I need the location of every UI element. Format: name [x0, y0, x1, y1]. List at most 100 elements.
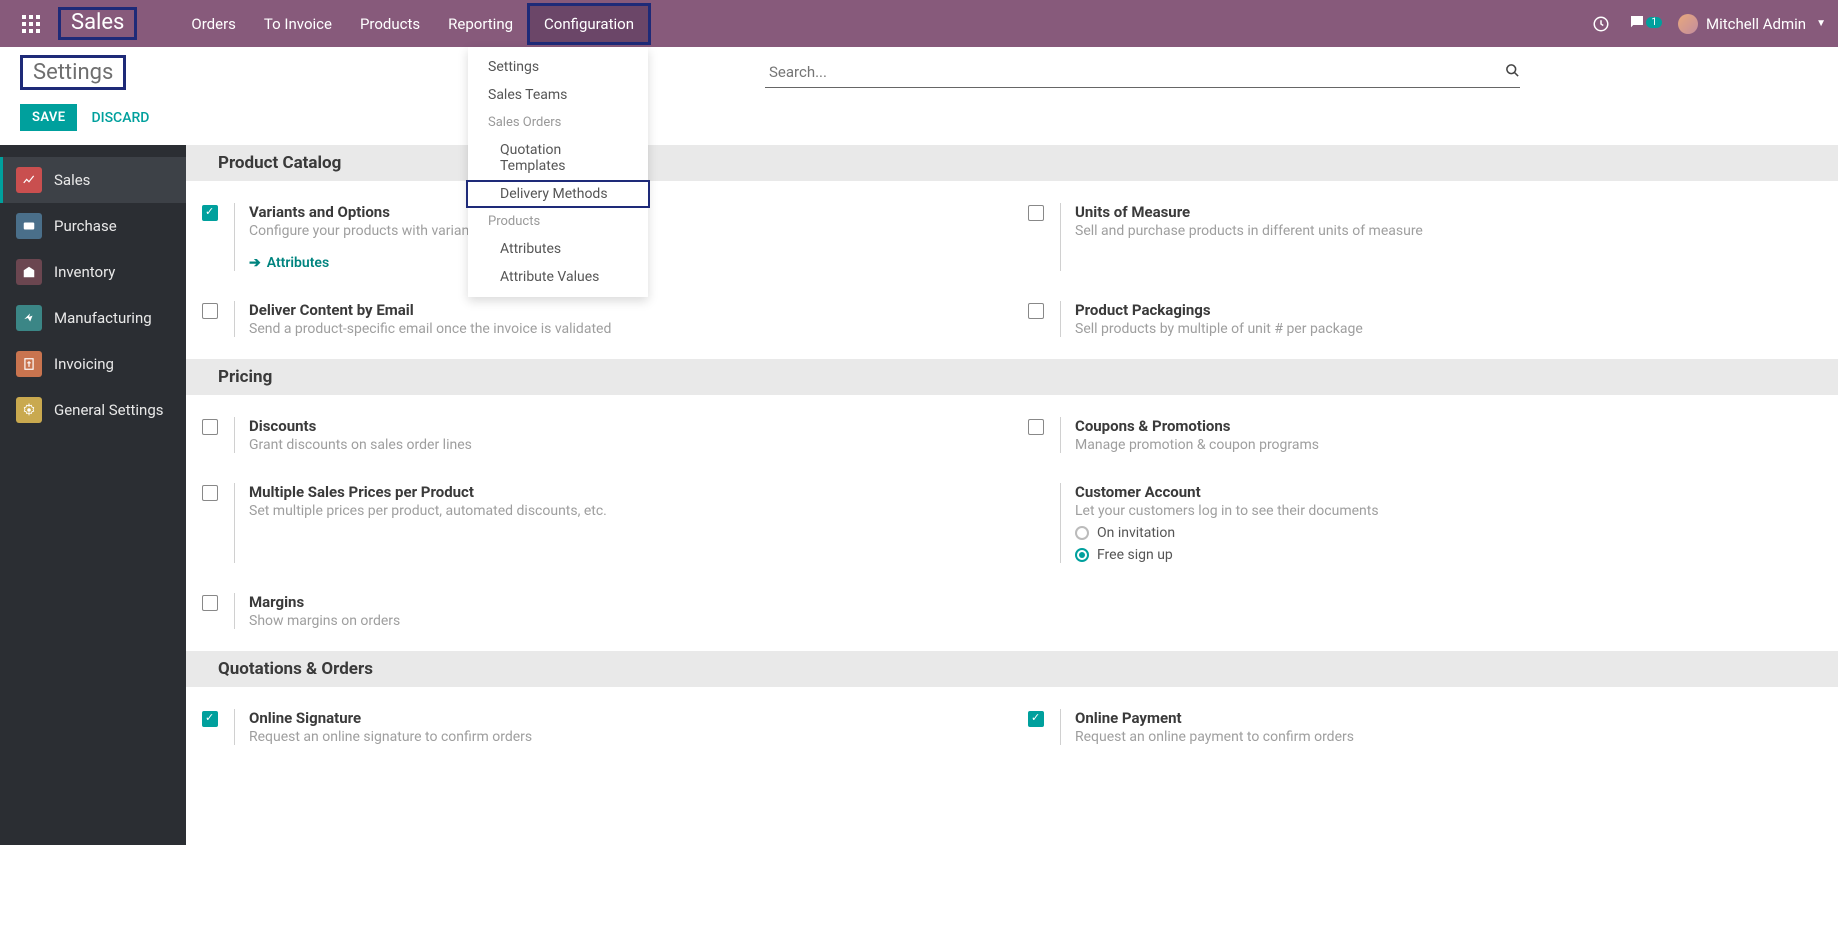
settings-content: Product Catalog Variants and Options Con…: [186, 145, 1838, 845]
opt-desc: Send a product-specific email once the i…: [249, 321, 988, 337]
setting-online-payment: Online Payment Request an online payment…: [1012, 701, 1838, 753]
setting-customer-account: Customer Account Let your customers log …: [1012, 475, 1838, 571]
search-icon[interactable]: [1505, 63, 1520, 82]
opt-desc: Let your customers log in to see their d…: [1075, 503, 1814, 519]
opt-title: Product Packagings: [1075, 301, 1814, 319]
opt-desc: Request an online signature to confirm o…: [249, 729, 988, 745]
search-input[interactable]: [765, 57, 1520, 88]
manufacturing-icon: [16, 305, 42, 331]
sidebar-item-invoicing[interactable]: Invoicing: [0, 341, 186, 387]
dd-settings[interactable]: Settings: [468, 53, 648, 81]
section-pricing: Pricing: [186, 359, 1838, 395]
opt-desc: Request an online payment to confirm ord…: [1075, 729, 1814, 745]
invoicing-icon: [16, 351, 42, 377]
sales-icon: [16, 167, 42, 193]
topnav-right: 1 Mitchell Admin ▼: [1591, 12, 1826, 35]
opt-desc: Sell products by multiple of unit # per …: [1075, 321, 1814, 337]
caret-down-icon: ▼: [1816, 18, 1826, 29]
settings-sidebar: Sales Purchase Inventory Manufacturing I…: [0, 145, 186, 845]
nav-products[interactable]: Products: [346, 3, 434, 45]
main: Sales Purchase Inventory Manufacturing I…: [0, 145, 1838, 845]
dd-header-products: Products: [468, 208, 648, 235]
sidebar-label: General Settings: [54, 401, 164, 419]
opt-title: Online Payment: [1075, 709, 1814, 727]
checkbox-discounts[interactable]: [202, 419, 218, 435]
checkbox-online-signature[interactable]: [202, 711, 218, 727]
action-bar: SAVE DISCARD: [20, 104, 1838, 131]
sidebar-label: Invoicing: [54, 355, 114, 373]
chat-icon-wrap[interactable]: 1: [1627, 12, 1662, 35]
dd-sales-teams[interactable]: Sales Teams: [468, 81, 648, 109]
dd-delivery-methods[interactable]: Delivery Methods: [466, 180, 650, 208]
opt-title: Margins: [249, 593, 988, 611]
brand-label[interactable]: Sales: [71, 10, 124, 35]
user-menu[interactable]: Mitchell Admin ▼: [1678, 14, 1826, 34]
dd-attribute-values[interactable]: Attribute Values: [468, 263, 648, 291]
opt-desc: Sell and purchase products in different …: [1075, 223, 1814, 239]
dd-quotation-templates[interactable]: Quotation Templates: [468, 136, 648, 180]
opt-title: Coupons & Promotions: [1075, 417, 1814, 435]
breadcrumb-highlight: Settings: [20, 55, 126, 90]
nav-items: Orders To Invoice Products Reporting Con…: [177, 3, 651, 45]
sidebar-label: Manufacturing: [54, 309, 152, 327]
breadcrumb: Settings: [33, 60, 113, 85]
checkbox-margins[interactable]: [202, 595, 218, 611]
checkbox-coupons[interactable]: [1028, 419, 1044, 435]
nav-reporting[interactable]: Reporting: [434, 3, 527, 45]
arrow-right-icon: ➔: [249, 255, 261, 271]
configuration-dropdown: Settings Sales Teams Sales Orders Quotat…: [468, 47, 648, 297]
radio-icon: [1075, 548, 1089, 562]
checkbox-variants[interactable]: [202, 205, 218, 221]
top-navbar: Sales Orders To Invoice Products Reporti…: [0, 0, 1838, 47]
setting-coupons: Coupons & Promotions Manage promotion & …: [1012, 409, 1838, 461]
link-attributes[interactable]: ➔Attributes: [249, 255, 329, 271]
user-name: Mitchell Admin: [1706, 15, 1806, 33]
radio-icon: [1075, 526, 1089, 540]
sidebar-item-purchase[interactable]: Purchase: [0, 203, 186, 249]
opt-title: Discounts: [249, 417, 988, 435]
opt-desc: Manage promotion & coupon programs: [1075, 437, 1814, 453]
nav-configuration[interactable]: Configuration: [527, 3, 651, 45]
discard-button[interactable]: DISCARD: [91, 110, 149, 126]
sidebar-label: Inventory: [54, 263, 115, 281]
sidebar-item-general[interactable]: General Settings: [0, 387, 186, 433]
setting-packagings: Product Packagings Sell products by mult…: [1012, 293, 1838, 345]
chat-icon: [1627, 12, 1647, 32]
apps-icon[interactable]: [22, 15, 40, 33]
setting-units: Units of Measure Sell and purchase produ…: [1012, 195, 1838, 279]
checkbox-units[interactable]: [1028, 205, 1044, 221]
opt-desc: Grant discounts on sales order lines: [249, 437, 988, 453]
dd-header-sales-orders: Sales Orders: [468, 109, 648, 136]
checkbox-deliver-email[interactable]: [202, 303, 218, 319]
checkbox-online-payment[interactable]: [1028, 711, 1044, 727]
sidebar-item-inventory[interactable]: Inventory: [0, 249, 186, 295]
sidebar-item-manufacturing[interactable]: Manufacturing: [0, 295, 186, 341]
opt-title: Online Signature: [249, 709, 988, 727]
sidebar-item-sales[interactable]: Sales: [0, 157, 186, 203]
sidebar-label: Purchase: [54, 217, 117, 235]
section-product-catalog: Product Catalog: [186, 145, 1838, 181]
gear-icon: [16, 397, 42, 423]
opt-desc: Show margins on orders: [249, 613, 988, 629]
opt-title: Deliver Content by Email: [249, 301, 988, 319]
subheader: Settings SAVE DISCARD: [0, 47, 1838, 131]
dd-attributes[interactable]: Attributes: [468, 235, 648, 263]
purchase-icon: [16, 213, 42, 239]
nav-to-invoice[interactable]: To Invoice: [250, 3, 346, 45]
clock-icon[interactable]: [1591, 14, 1611, 34]
setting-discounts: Discounts Grant discounts on sales order…: [186, 409, 1012, 461]
save-button[interactable]: SAVE: [20, 104, 77, 131]
setting-online-signature: Online Signature Request an online signa…: [186, 701, 1012, 753]
inventory-icon: [16, 259, 42, 285]
avatar-icon: [1678, 14, 1698, 34]
section-quotations: Quotations & Orders: [186, 651, 1838, 687]
checkbox-multiple-prices[interactable]: [202, 485, 218, 501]
setting-multiple-prices: Multiple Sales Prices per Product Set mu…: [186, 475, 1012, 571]
radio-on-invitation[interactable]: On invitation: [1075, 525, 1814, 541]
nav-orders[interactable]: Orders: [177, 3, 250, 45]
setting-margins: Margins Show margins on orders: [186, 585, 1012, 637]
opt-title: Customer Account: [1075, 483, 1814, 501]
checkbox-packagings[interactable]: [1028, 303, 1044, 319]
sidebar-label: Sales: [54, 171, 90, 189]
radio-free-signup[interactable]: Free sign up: [1075, 547, 1814, 563]
